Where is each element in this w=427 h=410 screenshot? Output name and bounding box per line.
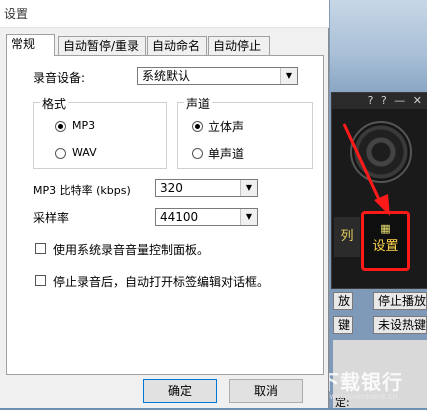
channel-group-title: 声道 [184, 95, 213, 112]
samplerate-select-value: 44100 [160, 210, 199, 224]
row1-cell-left[interactable]: 放 [333, 292, 353, 310]
format-wav-label: WAV [72, 146, 97, 159]
tab-auto-name[interactable]: 自动命名 [147, 36, 207, 55]
row1-cell-right[interactable]: 停止播放 [373, 292, 427, 310]
samplerate-select[interactable]: 44100 ▼ [155, 208, 258, 226]
channel-stereo-radio[interactable] [192, 121, 203, 132]
chevron-down-icon[interactable]: ▼ [280, 68, 297, 84]
dialog-titlebar: 设置 [0, 0, 329, 28]
recorder-panel-titlebar: ? ? — ✕ [332, 93, 427, 109]
samplerate-label: 采样率 [33, 211, 70, 225]
format-group-title: 格式 [40, 95, 69, 112]
device-select[interactable]: 系统默认 ▼ [137, 67, 298, 85]
channel-stereo-label: 立体声 [208, 120, 245, 134]
tab-auto-pause[interactable]: 自动暂停/重录 [58, 36, 146, 55]
list-button[interactable]: 列 [334, 217, 360, 257]
device-label: 录音设备: [33, 71, 86, 85]
tab-panel-general: 录音设备: 系统默认 ▼ 格式 MP3 WAV 声道 立体声 单声道 MP3 比… [6, 55, 324, 375]
settings-button-label: 设置 [372, 239, 399, 254]
settings-icon: ▦ [380, 222, 391, 235]
system-mixer-checkbox[interactable] [35, 243, 46, 254]
background-row-1: 放 停止播放 [333, 292, 427, 310]
bitrate-select[interactable]: 320 ▼ [155, 179, 258, 197]
channel-mono-label: 单声道 [208, 147, 245, 161]
tab-general[interactable]: 常规 [6, 34, 55, 56]
open-tag-dialog-checkbox[interactable] [35, 275, 46, 286]
chevron-down-icon[interactable]: ▼ [240, 209, 257, 225]
watermark-title: 下载银行 [319, 370, 403, 394]
bitrate-label: MP3 比特率 (kbps) [33, 184, 131, 197]
format-group: 格式 MP3 WAV [33, 95, 167, 169]
bitrate-select-value: 320 [160, 181, 183, 195]
ok-button[interactable]: 确定 [143, 379, 217, 403]
background-skyline [330, 0, 427, 92]
settings-dialog: 设置 常规 自动暂停/重录 自动命名 自动停止 录音设备: 系统默认 ▼ 格式 … [0, 0, 329, 408]
open-tag-dialog-label: 停止录音后，自动打开标签编辑对话框。 [53, 275, 270, 289]
row2-cell-right[interactable]: 未设热键 [373, 316, 427, 334]
chevron-down-icon[interactable]: ▼ [240, 180, 257, 196]
cancel-button[interactable]: 取消 [229, 379, 303, 403]
recorder-panel-controls[interactable]: ? ? — ✕ [368, 94, 424, 107]
background-row-2: 键 未设热键 [333, 316, 427, 334]
settings-button-highlight: ▦ 设置 [361, 211, 410, 271]
channel-group: 声道 立体声 单声道 [177, 95, 313, 169]
tab-auto-stop[interactable]: 自动停止 [208, 36, 270, 55]
dialog-title: 设置 [4, 7, 29, 21]
format-mp3-label: MP3 [72, 119, 96, 132]
device-select-value: 系统默认 [142, 69, 191, 83]
format-wav-radio[interactable] [55, 148, 66, 159]
system-mixer-label: 使用系统录音音量控制面板。 [53, 243, 210, 257]
channel-mono-radio[interactable] [192, 148, 203, 159]
row2-cell-left[interactable]: 键 [333, 316, 353, 334]
red-arrow-icon [342, 123, 390, 216]
settings-button[interactable]: ▦ 设置 [370, 220, 401, 262]
watermark-url: www.downbank.cn [323, 392, 398, 401]
format-mp3-radio[interactable] [55, 121, 66, 132]
